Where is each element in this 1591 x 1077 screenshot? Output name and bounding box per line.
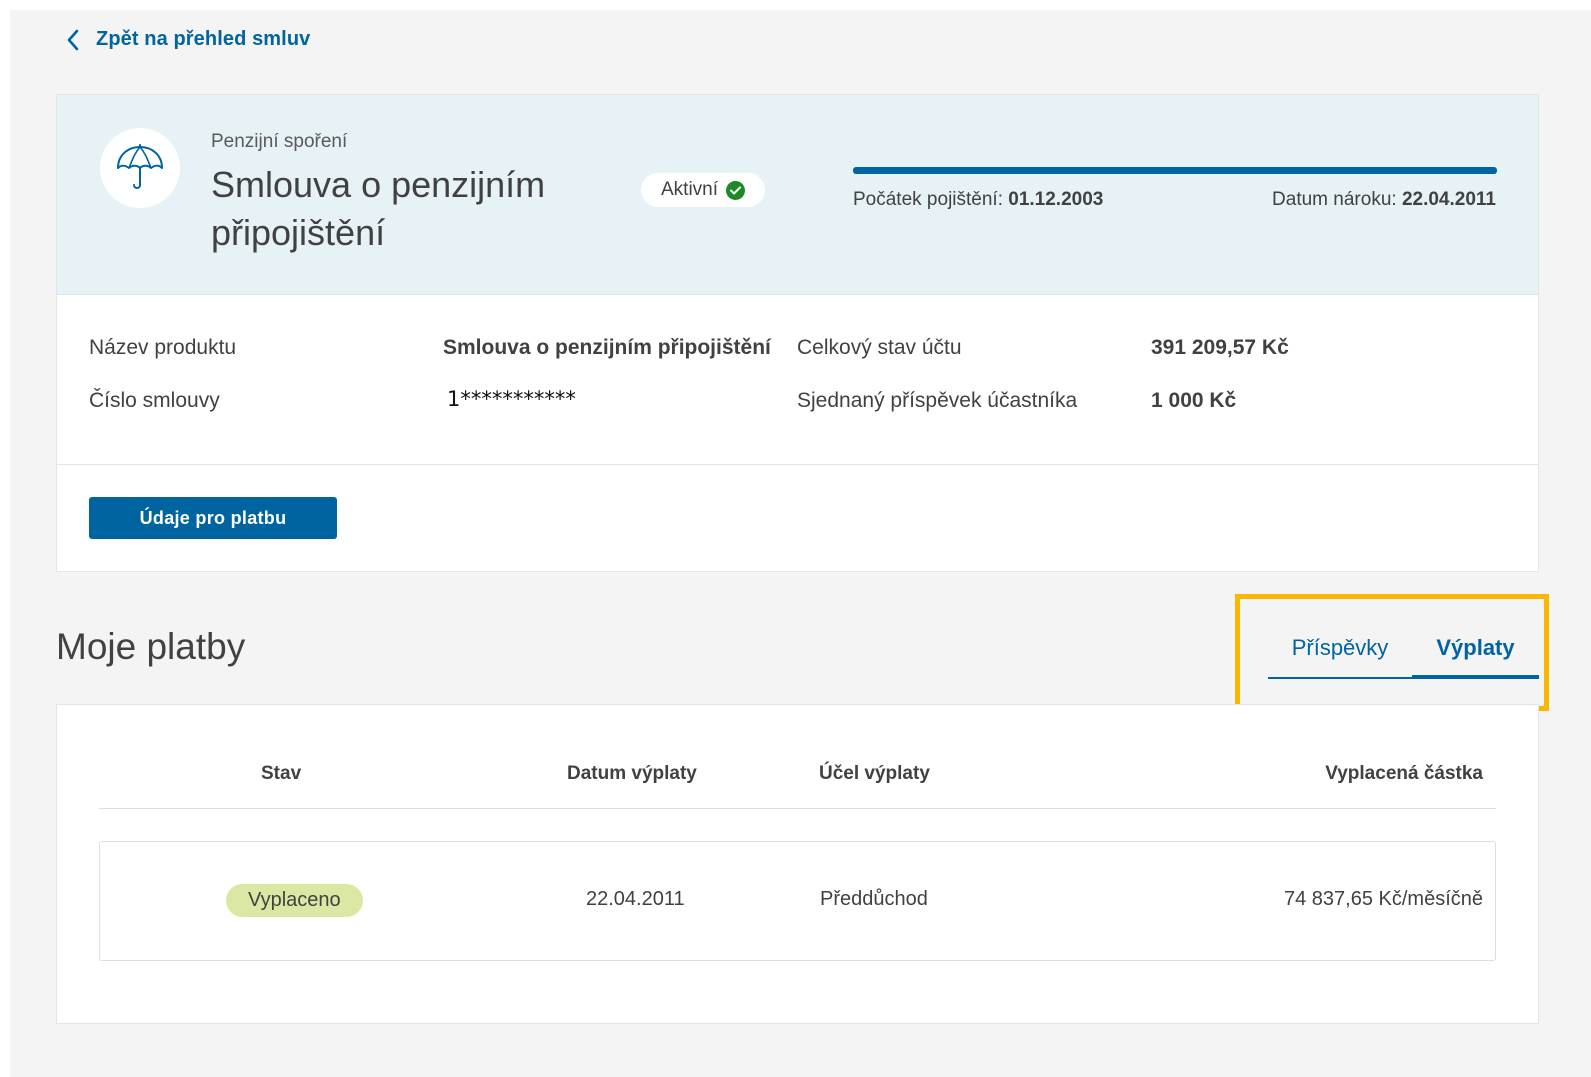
card-divider (57, 464, 1538, 465)
balance-label: Celkový stav účtu (797, 336, 962, 359)
payout-purpose: Předdůchod (820, 888, 928, 910)
tab-contributions[interactable]: Příspěvky (1268, 635, 1412, 679)
column-header-purpose: Účel výplaty (819, 763, 930, 784)
back-to-contracts-link[interactable]: Zpět na přehled smluv (62, 28, 310, 51)
contract-card: Penzijní spoření Smlouva o penzijním při… (56, 94, 1539, 572)
payments-tabs-highlight: Příspěvky Výplaty (1235, 594, 1549, 711)
contract-title: Smlouva o penzijním připojištění (211, 164, 546, 253)
table-row[interactable]: Vyplaceno 22.04.2011 Předdůchod 74 837,6… (99, 841, 1496, 961)
start-date: Počátek pojištění: 01.12.2003 (853, 189, 1104, 210)
contract-progress-bar (853, 167, 1497, 174)
status-label: Aktivní (661, 179, 719, 200)
contract-header: Penzijní spoření Smlouva o penzijním při… (57, 95, 1538, 295)
payouts-table: Stav Datum výplaty Účel výplaty Vyplacen… (56, 704, 1539, 1024)
contract-number-label: Číslo smlouvy (89, 389, 220, 412)
column-header-status: Stav (261, 763, 302, 784)
page: Zpět na přehled smluv Penzijní spoření S… (10, 10, 1591, 1077)
claim-date: Datum nároku: 22.04.2011 (1272, 189, 1496, 210)
payment-details-button[interactable]: Údaje pro platbu (89, 497, 337, 539)
product-category: Penzijní spoření (211, 131, 348, 152)
product-name-label: Název produktu (89, 336, 237, 359)
check-circle-icon (726, 180, 746, 200)
column-header-amount: Vyplacená částka (1325, 763, 1483, 784)
payout-amount: 74 837,65 Kč/měsíčně (1283, 888, 1483, 910)
balance-value: 391 209,57 Kč (1151, 336, 1289, 359)
product-name-value: Smlouva o penzijním připojištění (443, 336, 771, 359)
table-header-divider (99, 808, 1496, 809)
payout-date: 22.04.2011 (586, 888, 685, 910)
status-badge: Aktivní (641, 173, 766, 207)
status-badge: Vyplaceno (226, 884, 363, 917)
umbrella-icon (100, 128, 180, 208)
column-header-date: Datum výplaty (567, 763, 697, 784)
chevron-left-icon (62, 29, 84, 51)
contribution-value: 1 000 Kč (1151, 389, 1237, 412)
tab-payouts[interactable]: Výplaty (1412, 635, 1539, 679)
payments-title: Moje platby (56, 626, 246, 667)
contribution-label: Sjednaný příspěvek účastníka (797, 389, 1078, 412)
back-link-label: Zpět na přehled smluv (96, 28, 311, 50)
contract-number-value: 1*********** (447, 387, 576, 411)
